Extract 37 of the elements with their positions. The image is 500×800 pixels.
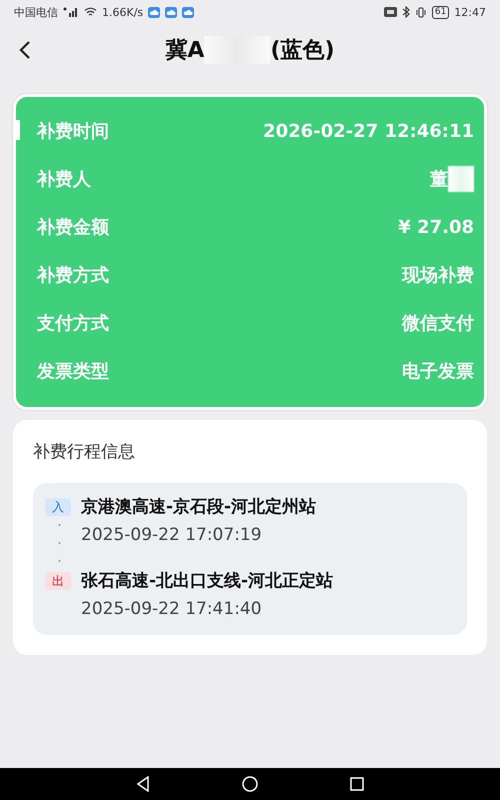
home-icon[interactable] bbox=[242, 776, 258, 792]
station-name: 京港澳高速-京石段-河北定州站 bbox=[81, 496, 318, 519]
plate-color: (蓝色) bbox=[270, 37, 335, 65]
carrier-text: 中国电信 bbox=[14, 4, 58, 20]
wifi-icon bbox=[84, 7, 97, 17]
cloud-icon bbox=[148, 6, 160, 18]
battery-indicator: 61 bbox=[432, 6, 450, 18]
field-value: 电子发票 bbox=[402, 360, 474, 383]
plate-prefix: 冀A bbox=[165, 37, 204, 65]
back-chevron-icon bbox=[18, 40, 32, 60]
recents-icon[interactable] bbox=[350, 777, 364, 791]
field-value: 2026-02-27 12:46:11 bbox=[263, 120, 474, 142]
field-label: 发票类型 bbox=[37, 360, 110, 383]
network-speed: 1.66K/s bbox=[102, 6, 144, 18]
hd-icon bbox=[384, 7, 397, 17]
clock-text: 12:47 bbox=[454, 6, 486, 18]
exit-tag: 出 bbox=[45, 572, 71, 590]
field-label: 补费金额 bbox=[37, 216, 110, 239]
stop-time: 2025-09-22 17:41:40 bbox=[81, 598, 263, 621]
entry-tag: 入 bbox=[45, 498, 71, 516]
vibrate-icon bbox=[414, 6, 427, 18]
field-value: ¥ 27.08 bbox=[398, 216, 474, 238]
section-title: 补费行程信息 bbox=[33, 441, 136, 463]
stop-time: 2025-09-22 17:07:19 bbox=[81, 524, 263, 547]
field-label: 补费人 bbox=[37, 168, 92, 191]
signal-icon bbox=[63, 7, 79, 17]
field-value: 微信支付 bbox=[402, 312, 474, 335]
station-name: 张石高速-北出口支线-河北正定站 bbox=[81, 570, 334, 593]
field-label: 支付方式 bbox=[37, 312, 110, 335]
cloud-icon bbox=[182, 6, 194, 18]
field-label: 补费方式 bbox=[37, 264, 110, 287]
field-value: 董 bbox=[430, 168, 448, 191]
bluetooth-icon bbox=[402, 6, 410, 18]
back-nav-icon[interactable] bbox=[136, 776, 150, 792]
field-value: 现场补费 bbox=[402, 264, 474, 287]
field-label: 补费时间 bbox=[37, 120, 110, 143]
cloud-icon bbox=[165, 6, 178, 18]
